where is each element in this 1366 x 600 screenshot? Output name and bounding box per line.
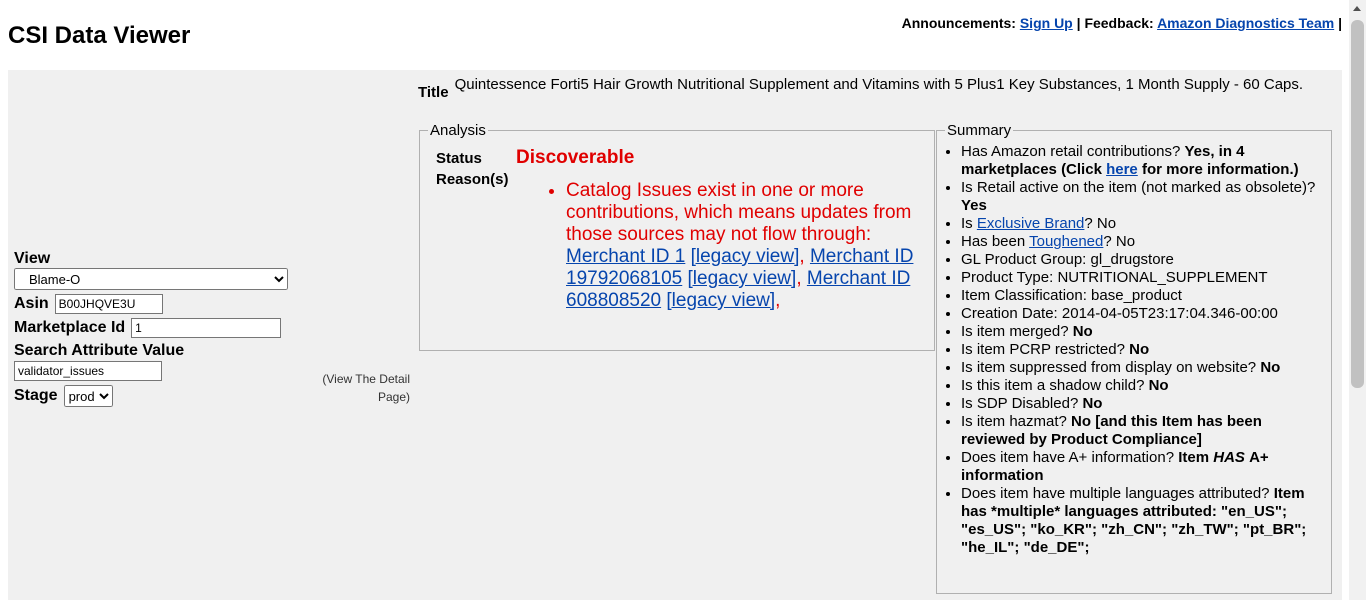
status-label: Status — [436, 150, 482, 167]
scroll-thumb[interactable] — [1351, 20, 1364, 388]
marketplace-input[interactable] — [131, 318, 282, 338]
status-value: Discoverable — [516, 147, 635, 168]
signup-link[interactable]: Sign Up — [1020, 15, 1073, 31]
topbar: Announcements: Sign Up | Feedback: Amazo… — [902, 15, 1342, 31]
comma: , — [775, 290, 781, 311]
question-text: Is — [961, 215, 973, 232]
answer-text: ? No — [1084, 215, 1117, 232]
feedback-link[interactable]: Amazon Diagnostics Team — [1157, 15, 1334, 31]
asin-input[interactable] — [54, 294, 163, 314]
legacy-view-link[interactable]: [legacy view] — [691, 246, 800, 267]
answer-text: No — [1148, 377, 1169, 394]
question-text: Is item merged? — [961, 323, 1069, 340]
question-text: Is item PCRP restricted? — [961, 341, 1125, 358]
list-item: Is SDP Disabled? No — [961, 395, 1323, 413]
view-select[interactable]: Blame-O — [14, 268, 288, 290]
search-attr-label: Search Attribute Value — [14, 342, 185, 359]
question-text: Is item hazmat? — [961, 413, 1067, 430]
answer-text: No — [1129, 341, 1150, 358]
reason-item: Catalog Issues exist in one or more cont… — [566, 180, 926, 312]
separator: | — [1338, 15, 1342, 31]
list-item: Product Type: NUTRITIONAL_SUPPLEMENT — [961, 269, 1323, 287]
answer-text: No — [1072, 323, 1093, 340]
list-item: Is Retail active on the item (not marked… — [961, 179, 1323, 215]
list-item: Is item merged? No — [961, 323, 1323, 341]
announcements-label: Announcements: — [901, 15, 1016, 31]
stage-select[interactable]: prod — [63, 385, 113, 407]
stage-label: Stage — [14, 387, 58, 404]
exclusive-brand-link[interactable]: Exclusive Brand — [977, 215, 1085, 232]
list-item: Is Exclusive Brand? No — [961, 215, 1323, 233]
title-value: Quintessence Forti5 Hair Growth Nutritio… — [454, 76, 1304, 93]
question-text: Is Retail active on the item (not marked… — [961, 179, 1316, 196]
search-attr-input[interactable] — [14, 361, 162, 381]
comma: , — [799, 246, 805, 267]
list-item: Does item have A+ information? Item HAS … — [961, 449, 1323, 485]
list-item: Is item suppressed from display on websi… — [961, 359, 1323, 377]
app-title: CSI Data Viewer — [8, 22, 191, 49]
list-item: Is item hazmat? No [and this Item has be… — [961, 413, 1323, 449]
separator: | — [1076, 15, 1081, 31]
analysis-section: Analysis Status Discoverable Reason(s) C… — [419, 122, 935, 351]
reason-text: Catalog Issues exist in one or more cont… — [566, 180, 912, 245]
question-text: Has been — [961, 233, 1026, 250]
question-text: Does item have multiple languages attrib… — [961, 485, 1270, 502]
comma: , — [796, 268, 802, 289]
list-item: GL Product Group: gl_drugstore — [961, 251, 1323, 269]
item-title-row: Title Quintessence Forti5 Hair Growth Nu… — [418, 76, 1318, 101]
list-item: Item Classification: base_product — [961, 287, 1323, 305]
toughened-link[interactable]: Toughened — [1029, 233, 1103, 250]
view-label: View — [14, 250, 51, 267]
answer-text: Item — [1178, 449, 1210, 466]
title-label: Title — [418, 84, 449, 101]
question-text: Is item suppressed from display on websi… — [961, 359, 1257, 376]
scroll-up-arrow-icon[interactable] — [1353, 6, 1361, 11]
reasons-list: Catalog Issues exist in one or more cont… — [548, 180, 926, 312]
question-text: Has Amazon retail contributions? — [961, 143, 1181, 160]
analysis-legend: Analysis — [430, 122, 486, 139]
list-item: Is item PCRP restricted? No — [961, 341, 1323, 359]
main-panel: View Blame-O Asin Marketplace Id Search … — [8, 70, 1342, 600]
marketplace-label: Marketplace Id — [14, 319, 126, 336]
list-item: Is this item a shadow child? No — [961, 377, 1323, 395]
list-item: Does item have multiple languages attrib… — [961, 485, 1323, 557]
legacy-view-link[interactable]: [legacy view] — [688, 268, 797, 289]
list-item: Has Amazon retail contributions? Yes, in… — [961, 143, 1323, 179]
summary-list: Has Amazon retail contributions? Yes, in… — [945, 143, 1323, 557]
answer-text: ? No — [1103, 233, 1136, 250]
answer-text: No — [1260, 359, 1281, 376]
list-item: Has been Toughened? No — [961, 233, 1323, 251]
question-text: Is this item a shadow child? — [961, 377, 1145, 394]
answer-text: for more information.) — [1141, 161, 1299, 178]
page-scrollbar[interactable] — [1349, 0, 1366, 600]
question-text: Is SDP Disabled? — [961, 395, 1079, 412]
view-detail-page-link[interactable]: (View The Detail Page) — [308, 370, 410, 406]
retail-here-link[interactable]: here — [1106, 161, 1138, 178]
answer-text: Yes — [961, 197, 987, 214]
feedback-label: Feedback: — [1084, 15, 1154, 31]
merchant-link[interactable]: Merchant ID 1 — [566, 246, 685, 267]
answer-emphasis: HAS — [1213, 449, 1245, 466]
query-form: View Blame-O Asin Marketplace Id Search … — [14, 250, 294, 407]
legacy-view-link[interactable]: [legacy view] — [666, 290, 775, 311]
question-text: Does item have A+ information? — [961, 449, 1175, 466]
summary-section: Summary Has Amazon retail contributions?… — [936, 122, 1332, 594]
list-item: Creation Date: 2014-04-05T23:17:04.346-0… — [961, 305, 1323, 323]
asin-label: Asin — [14, 295, 49, 312]
summary-legend: Summary — [947, 122, 1012, 139]
answer-text: No — [1082, 395, 1103, 412]
